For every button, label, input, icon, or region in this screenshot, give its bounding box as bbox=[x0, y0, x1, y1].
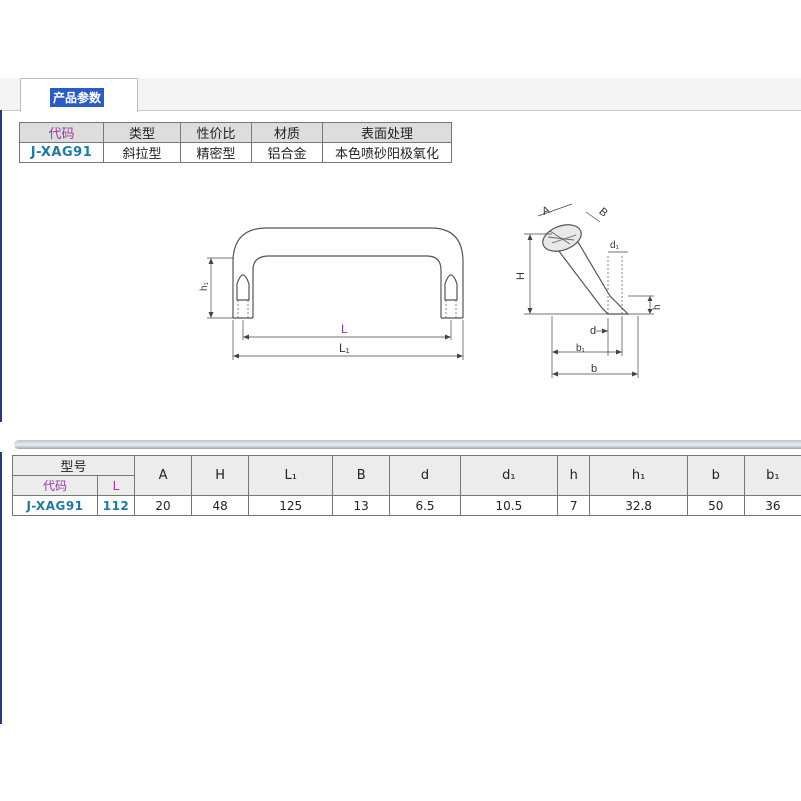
spec-l-value: 112 bbox=[97, 495, 135, 516]
spec-h-value: 7 bbox=[556, 495, 591, 516]
tab-product-params[interactable]: 产品参数 bbox=[20, 78, 138, 112]
dim-b1-label: b₁ bbox=[576, 343, 586, 354]
spec-table: 型号 A H L₁ B d d₁ h h₁ b b₁ 代码 L J-XAG91 … bbox=[12, 455, 801, 516]
spec-code-value: J-XAG91 bbox=[12, 495, 98, 516]
info-table: 代码 类型 性价比 材质 表面处理 J-XAG91 斜拉型 精密型 铝合金 本色… bbox=[19, 122, 452, 163]
spec-B-value: 13 bbox=[332, 495, 391, 516]
section-divider bbox=[14, 440, 801, 449]
spec-l-label: L bbox=[97, 475, 135, 496]
spec-model-label: 型号 bbox=[12, 455, 135, 476]
spec-code-label: 代码 bbox=[12, 475, 98, 496]
spec-d1-value: 10.5 bbox=[459, 495, 559, 516]
spec-col-B: B bbox=[332, 455, 391, 496]
spec-d-value: 6.5 bbox=[389, 495, 461, 516]
info-header-finish: 表面处理 bbox=[322, 122, 452, 143]
spec-L1-value: 125 bbox=[248, 495, 334, 516]
info-header-material: 材质 bbox=[251, 122, 323, 143]
info-value: 精密型 bbox=[180, 142, 252, 163]
dim-L-label: L bbox=[341, 322, 348, 336]
dim-b-label: b bbox=[591, 363, 597, 375]
dim-A-label: A bbox=[540, 204, 552, 218]
spec-col-d: d bbox=[389, 455, 461, 496]
spec-col-H: H bbox=[191, 455, 250, 496]
info-header-type: 类型 bbox=[103, 122, 181, 143]
spec-A-value: 20 bbox=[133, 495, 193, 516]
left-rule-bottom bbox=[0, 452, 2, 724]
info-value-row: J-XAG91 斜拉型 精密型 铝合金 本色喷砂阳极氧化 bbox=[19, 142, 452, 163]
info-header-code: 代码 bbox=[19, 122, 104, 143]
spec-col-b1: b₁ bbox=[743, 455, 801, 496]
side-view-drawing: A B H d₁ h d b₁ b bbox=[515, 203, 663, 378]
tab-label: 产品参数 bbox=[50, 88, 105, 107]
front-view-drawing: h₁ L L₁ bbox=[199, 227, 464, 360]
spec-col-b: b bbox=[686, 455, 745, 496]
dim-L1-label: L₁ bbox=[339, 341, 350, 355]
spec-H-value: 48 bbox=[191, 495, 250, 516]
dim-d-label: d bbox=[590, 325, 596, 337]
dim-d1-label: d₁ bbox=[610, 240, 620, 251]
dim-H-label: H bbox=[515, 272, 527, 280]
spec-col-d1: d₁ bbox=[459, 455, 559, 496]
spec-b1-value: 36 bbox=[743, 495, 801, 516]
dim-h1-label: h₁ bbox=[199, 281, 210, 291]
info-material: 铝合金 bbox=[251, 142, 323, 163]
dim-B-label: B bbox=[596, 206, 609, 220]
spec-h1-value: 32.8 bbox=[589, 495, 688, 516]
spec-value-row: J-XAG91 112 20 48 125 13 6.5 10.5 7 32.8… bbox=[12, 495, 801, 516]
info-type: 斜拉型 bbox=[103, 142, 181, 163]
dim-h-label: h bbox=[652, 304, 663, 310]
left-rule-top bbox=[0, 110, 2, 422]
spec-b-value: 50 bbox=[686, 495, 745, 516]
spec-col-A: A bbox=[133, 455, 193, 496]
info-header-row: 代码 类型 性价比 材质 表面处理 bbox=[19, 122, 452, 143]
spec-col-h1: h₁ bbox=[589, 455, 688, 496]
spec-header-row-1: 型号 A H L₁ B d d₁ h h₁ b b₁ bbox=[12, 455, 801, 496]
spec-col-h: h bbox=[556, 455, 591, 496]
info-finish: 本色喷砂阳极氧化 bbox=[322, 142, 452, 163]
info-code: J-XAG91 bbox=[19, 142, 104, 163]
info-header-value: 性价比 bbox=[180, 122, 252, 143]
spec-col-L1: L₁ bbox=[248, 455, 334, 496]
